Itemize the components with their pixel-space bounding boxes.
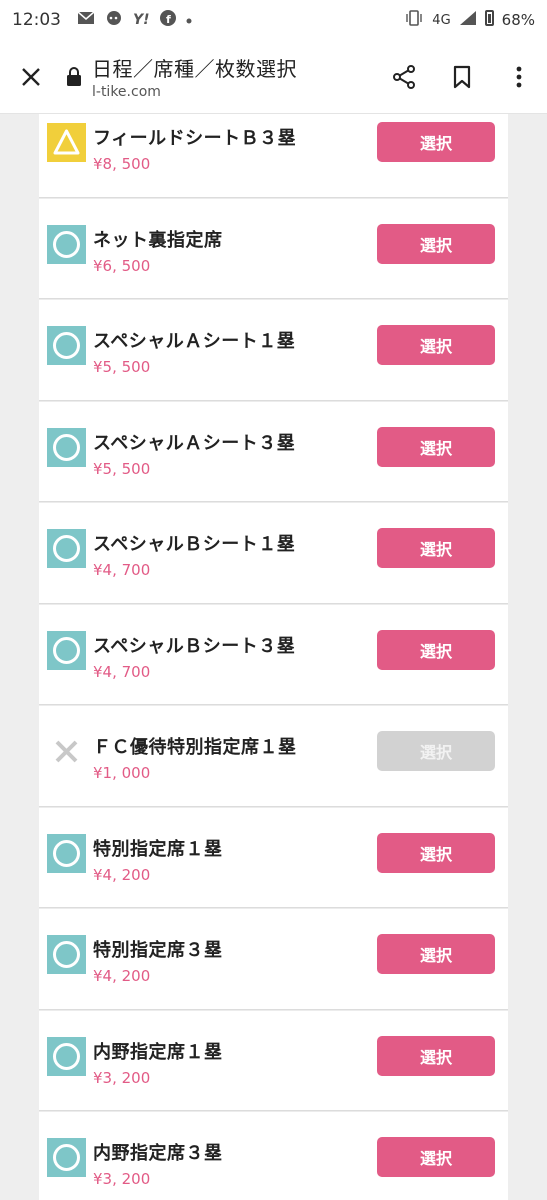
seat-name: スペシャルＢシート３塁 — [93, 635, 296, 657]
svg-text:f: f — [166, 13, 171, 26]
select-button[interactable]: 選択 — [377, 426, 495, 467]
browser-toolbar: 日程／席種／枚数選択 l-tike.com — [0, 40, 547, 114]
available-circle-icon — [47, 224, 86, 264]
few-left-triangle-icon — [47, 123, 86, 162]
select-button[interactable]: 選択 — [377, 122, 495, 162]
seat-price: ¥3, 200 — [93, 1068, 151, 1087]
seat-name: 特別指定席１塁 — [93, 838, 223, 860]
bookmark-button[interactable] — [433, 40, 491, 114]
seat-price: ¥3, 200 — [93, 1170, 151, 1188]
available-circle-icon — [47, 1138, 86, 1177]
select-button[interactable]: 選択 — [377, 832, 495, 873]
seat-name: 特別指定席３塁 — [93, 940, 223, 961]
select-button[interactable]: 選択 — [377, 528, 495, 568]
seat-row-7: 特別指定席１塁 ¥4, 200 選択 — [39, 806, 508, 908]
seat-row-3: スペシャルＡシート３塁 ¥5, 500 選択 — [39, 400, 508, 502]
mail-icon — [77, 11, 95, 29]
seat-price: ¥4, 200 — [93, 865, 151, 884]
seat-name: スペシャルＢシート１塁 — [93, 534, 296, 555]
select-button[interactable]: 選択 — [377, 934, 495, 974]
available-circle-icon — [47, 529, 86, 568]
yahoo-icon: Y! — [133, 12, 150, 28]
seat-price: ¥6, 500 — [93, 256, 151, 275]
seat-name: フィールドシートＢ３塁 — [93, 128, 297, 149]
facebook-icon: f — [159, 10, 176, 30]
available-circle-icon — [47, 427, 86, 467]
sold-out-cross-icon — [47, 732, 86, 771]
seat-row-0: フィールドシートＢ３塁 ¥8, 500 選択 — [39, 114, 508, 198]
seat-row-1: ネット裏指定席 ¥6, 500 選択 — [39, 197, 508, 299]
seat-name: スペシャルＡシート３塁 — [93, 432, 296, 454]
seat-price: ¥5, 500 — [93, 459, 151, 478]
seat-name: 内野指定席３塁 — [93, 1143, 223, 1164]
seat-price: ¥4, 700 — [93, 561, 151, 579]
seat-name: 内野指定席１塁 — [93, 1041, 223, 1063]
select-button[interactable]: 選択 — [377, 325, 495, 365]
more-menu-button[interactable] — [491, 40, 547, 114]
status-bar: 12:03 Y! f 4G 68% — [0, 0, 547, 40]
network-type: 4G — [432, 12, 451, 28]
seat-name: ネット裏指定席 — [93, 229, 223, 251]
available-circle-icon — [47, 1036, 86, 1076]
share-icon — [393, 64, 415, 89]
select-button[interactable]: 選択 — [377, 1035, 495, 1076]
seat-type-list: フィールドシートＢ３塁 ¥8, 500 選択 ネット裏指定席 ¥6, 500 選… — [39, 114, 508, 1200]
more-vert-icon — [516, 66, 522, 87]
close-button[interactable] — [0, 40, 62, 114]
select-button[interactable]: 選択 — [377, 1137, 495, 1177]
seat-price: ¥1, 000 — [93, 764, 151, 782]
battery-icon — [484, 10, 494, 30]
seat-row-6: ＦＣ優待特別指定席１塁 ¥1, 000 選択 — [39, 705, 508, 807]
seat-row-8: 特別指定席３塁 ¥4, 200 選択 — [39, 908, 508, 1010]
available-circle-icon — [47, 326, 86, 365]
available-circle-icon — [47, 630, 86, 670]
seat-row-10: 内野指定席３塁 ¥3, 200 選択 — [39, 1111, 508, 1200]
battery-level: 68% — [501, 11, 535, 29]
seat-price: ¥4, 200 — [93, 967, 151, 985]
select-button[interactable]: 選択 — [377, 629, 495, 670]
chat-icon — [105, 10, 123, 30]
seat-row-4: スペシャルＢシート１塁 ¥4, 700 選択 — [39, 502, 508, 604]
seat-row-5: スペシャルＢシート３塁 ¥4, 700 選択 — [39, 603, 508, 705]
seat-price: ¥5, 500 — [93, 358, 151, 376]
page-content: フィールドシートＢ３塁 ¥8, 500 選択 ネット裏指定席 ¥6, 500 選… — [0, 114, 547, 1200]
page-url: l-tike.com — [92, 84, 161, 100]
available-circle-icon — [47, 833, 86, 873]
notification-dot-icon — [186, 12, 192, 28]
lock-icon — [62, 66, 86, 87]
seat-row-2: スペシャルＡシート１塁 ¥5, 500 選択 — [39, 299, 508, 401]
available-circle-icon — [47, 935, 86, 974]
select-button: 選択 — [377, 731, 495, 771]
vibrate-icon — [404, 10, 424, 30]
signal-icon — [459, 10, 477, 30]
close-icon — [22, 67, 40, 86]
seat-name: ＦＣ優待特別指定席１塁 — [93, 737, 297, 758]
seat-price: ¥8, 500 — [93, 155, 151, 173]
seat-name: スペシャルＡシート１塁 — [93, 331, 296, 352]
page-title: 日程／席種／枚数選択 — [92, 57, 297, 81]
bookmark-icon — [453, 65, 471, 88]
seat-row-9: 内野指定席１塁 ¥3, 200 選択 — [39, 1009, 508, 1111]
select-button[interactable]: 選択 — [377, 223, 495, 264]
status-time: 12:03 — [12, 10, 61, 30]
seat-price: ¥4, 700 — [93, 662, 151, 681]
page-title-block: 日程／席種／枚数選択 l-tike.com — [92, 53, 297, 100]
share-button[interactable] — [375, 40, 433, 114]
